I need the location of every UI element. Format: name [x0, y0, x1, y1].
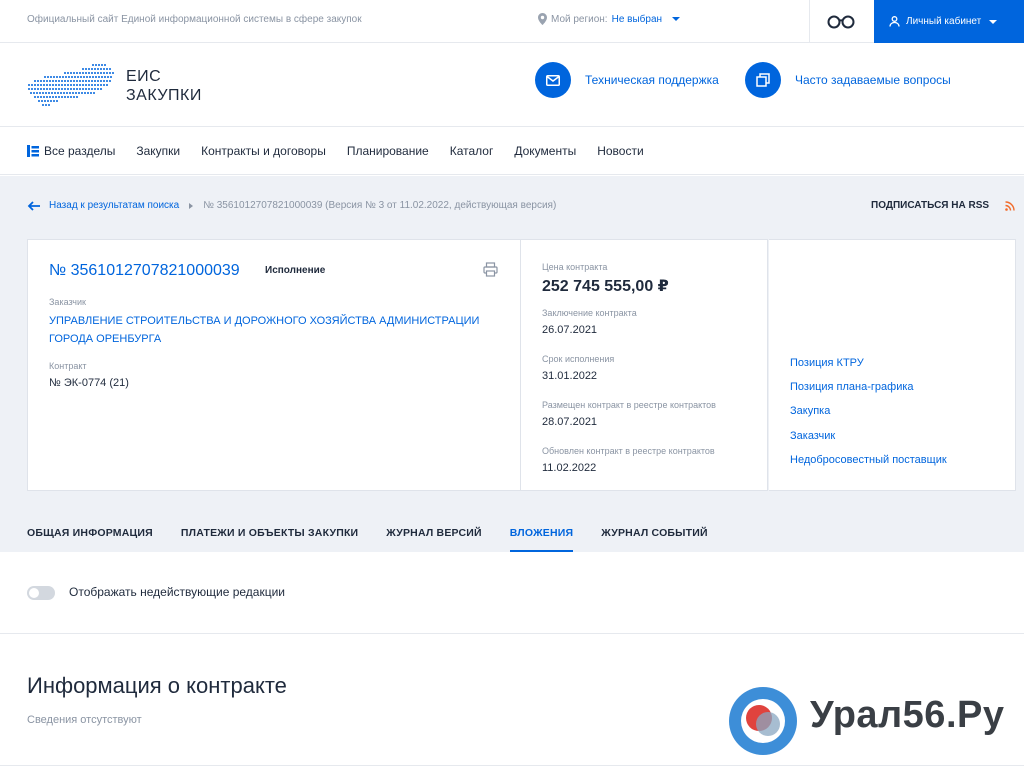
updated-label: Обновлен контракт в реестре контрактов	[542, 446, 715, 456]
sections-icon	[27, 145, 39, 157]
price-value: 252 745 555,00 ₽	[542, 278, 669, 295]
contract-number[interactable]: № 3561012707821000039	[49, 262, 240, 280]
contract-details-card: Цена контракта 252 745 555,00 ₽ Заключен…	[521, 239, 768, 491]
watermark-text: Урал56.Ру	[810, 694, 1005, 736]
region-selector[interactable]: Мой регион: Не выбран	[538, 13, 681, 25]
rss-subscribe-link[interactable]: ПОДПИСАТЬСЯ НА RSS	[871, 200, 1015, 211]
logo-line-1: ЕИС	[126, 68, 162, 85]
nav-label: Все разделы	[44, 144, 116, 158]
ural56-logo-icon	[729, 687, 797, 755]
region-value[interactable]: Не выбран	[612, 14, 662, 25]
chevron-down-icon	[989, 19, 998, 24]
rss-label: ПОДПИСАТЬСЯ НА RSS	[871, 200, 990, 211]
main-nav: Все разделы Закупки Контракты и договоры…	[0, 128, 1024, 175]
price-label: Цена контракта	[542, 262, 608, 272]
back-to-results-link[interactable]: Назад к результатам поиска	[49, 200, 179, 211]
mail-icon	[535, 62, 571, 98]
divider	[0, 765, 1024, 766]
customer-link[interactable]: УПРАВЛЕНИЕ СТРОИТЕЛЬСТВА И ДОРОЖНОГО ХОЗ…	[49, 312, 499, 348]
support-label: Техническая поддержка	[585, 73, 719, 87]
nav-item-news[interactable]: Новости	[597, 144, 643, 158]
tab-attachments[interactable]: ВЛОЖЕНИЯ	[509, 515, 574, 552]
link-plan-schedule-position[interactable]: Позиция плана-графика	[790, 381, 914, 393]
empty-state-text: Сведения отсутствуют	[27, 714, 142, 726]
nav-item-purchases[interactable]: Закупки	[136, 144, 180, 158]
section-title: Информация о контракте	[27, 673, 287, 698]
link-purchase[interactable]: Закупка	[790, 405, 830, 417]
placed-value: 28.07.2021	[542, 416, 598, 428]
personal-cabinet-button[interactable]: Личный кабинет	[874, 0, 1024, 43]
tab-version-log[interactable]: ЖУРНАЛ ВЕРСИЙ	[386, 515, 481, 552]
nav-item-catalog[interactable]: Каталог	[450, 144, 494, 158]
breadcrumb-separator-icon	[189, 202, 194, 209]
nav-item-all-sections[interactable]: Все разделы	[27, 144, 115, 158]
concluded-value: 26.07.2021	[542, 324, 598, 336]
russia-map-logo-icon[interactable]	[27, 61, 115, 107]
tabs: ОБЩАЯ ИНФОРМАЦИЯ ПЛАТЕЖИ И ОБЪЕКТЫ ЗАКУП…	[0, 515, 1024, 552]
customer-label: Заказчик	[49, 297, 86, 307]
tab-payments[interactable]: ПЛАТЕЖИ И ОБЪЕКТЫ ЗАКУПКИ	[181, 515, 358, 552]
nav-item-contracts[interactable]: Контракты и договоры	[201, 144, 326, 158]
breadcrumb-current: № 3561012707821000039 (Версия № 3 от 11.…	[203, 200, 557, 211]
header: ЕИС ЗАКУПКИ Техническая поддержка Часто …	[0, 43, 1024, 127]
status-badge: Исполнение	[265, 265, 326, 276]
region-label: Мой регион:	[551, 13, 608, 25]
top-bar: Официальный сайт Единой информационной с…	[0, 0, 1024, 43]
faq-label: Часто задаваемые вопросы	[795, 73, 951, 87]
related-links-card: Позиция КТРУ Позиция плана-графика Закуп…	[769, 239, 1016, 491]
term-label: Срок исполнения	[542, 354, 615, 364]
link-ktru-position[interactable]: Позиция КТРУ	[790, 357, 864, 369]
logo-line-2: ЗАКУПКИ	[126, 87, 202, 104]
site-name: Официальный сайт Единой информационной с…	[27, 14, 362, 25]
tab-general-info[interactable]: ОБЩАЯ ИНФОРМАЦИЯ	[27, 515, 153, 552]
contract-card: № 3561012707821000039 Исполнение Заказчи…	[27, 239, 521, 491]
updated-value: 11.02.2022	[542, 462, 597, 474]
contract-label: Контракт	[49, 361, 87, 371]
support-link[interactable]: Техническая поддержка	[535, 62, 719, 98]
link-customer[interactable]: Заказчик	[790, 430, 835, 442]
toggle-label: Отображать недействующие редакции	[69, 585, 286, 599]
toggle-knob	[29, 588, 39, 598]
tab-event-log[interactable]: ЖУРНАЛ СОБЫТИЙ	[601, 515, 708, 552]
chevron-down-icon	[672, 17, 681, 21]
concluded-label: Заключение контракта	[542, 308, 637, 318]
location-pin-icon	[538, 13, 547, 25]
faq-link[interactable]: Часто задаваемые вопросы	[745, 62, 951, 98]
contract-value: № ЭК-0774 (21)	[49, 377, 129, 389]
inactive-versions-toggle[interactable]	[27, 586, 55, 600]
breadcrumb: Назад к результатам поиска № 35610127078…	[27, 200, 556, 211]
rss-icon	[1005, 200, 1015, 211]
printer-icon[interactable]	[483, 262, 498, 277]
link-unfair-supplier[interactable]: Недобросовестный поставщик	[790, 454, 947, 466]
divider	[809, 0, 810, 43]
user-icon	[889, 16, 900, 27]
copy-icon	[745, 62, 781, 98]
term-value: 31.01.2022	[542, 370, 598, 382]
cabinet-label: Личный кабинет	[906, 16, 982, 27]
nav-item-documents[interactable]: Документы	[514, 144, 576, 158]
glasses-icon[interactable]	[826, 12, 856, 30]
nav-item-planning[interactable]: Планирование	[347, 144, 429, 158]
inactive-versions-row: Отображать недействующие редакции	[0, 552, 1024, 634]
placed-label: Размещен контракт в реестре контрактов	[542, 400, 716, 410]
contract-summary-area: Назад к результатам поиска № 35610127078…	[0, 176, 1024, 552]
site-logo-text[interactable]: ЕИС ЗАКУПКИ	[126, 67, 202, 105]
arrow-left-icon[interactable]	[27, 200, 41, 211]
